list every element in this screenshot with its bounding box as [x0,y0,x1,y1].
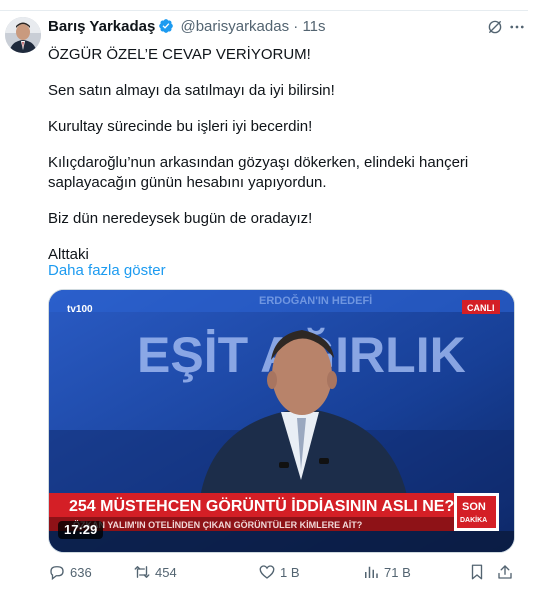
like-button[interactable]: 1 B [258,562,300,582]
grok-icon[interactable] [486,18,504,36]
video-duration: 17:29 [58,521,104,539]
like-count: 1 B [280,564,300,580]
view-count: 71 B [384,564,411,580]
separator-dot: · [293,18,299,35]
son-dakika-line2: DAKİKA [460,516,487,524]
views-button[interactable]: 71 B [362,562,411,582]
avatar[interactable] [5,17,41,53]
share-icon [498,565,512,579]
video-thumbnail: ERDOĞAN'IN HEDEFİ EŞİT AĞIRLIK tv100 CAN… [49,290,514,552]
reply-icon [50,566,64,581]
news-headline: 254 MÜSTEHCEN GÖRÜNTÜ İDDİASININ ASLI NE… [69,496,454,515]
like-icon [259,565,275,579]
tweet-line: Kılıçdaroğlu’nun arkasından gözyaşı döke… [48,154,469,171]
live-badge: CANLI [467,303,495,313]
repost-button[interactable]: 454 [133,562,177,582]
verified-icon [158,18,174,34]
reply-count: 636 [70,564,92,580]
author-name[interactable]: Barış Yarkadaş [48,18,155,35]
video-player[interactable]: ERDOĞAN'IN HEDEFİ EŞİT AĞIRLIK tv100 CAN… [48,289,515,553]
repost-icon [134,566,150,578]
share-button[interactable] [496,562,518,582]
tweet-header: Barış Yarkadaş @barisyarkadas · 11s [48,17,514,37]
tweet-line: Biz dün neredeysek bugün de oradayız! [48,210,313,227]
bookmark-icon [471,564,483,580]
tweet-line: saplayacağın günün hesabını yapıyordun. [48,174,327,191]
show-more-link[interactable]: Daha fazla göster [48,261,166,281]
tweet-line: Kurultay sürecinde bu işleri iyi becerdi… [48,118,313,135]
author-handle[interactable]: @barisyarkadas [180,18,289,35]
views-icon [365,566,378,578]
bookmark-button[interactable] [468,562,490,582]
timestamp[interactable]: 11s [302,18,325,35]
tweet-actions: 636 454 1 B 71 B [48,562,518,582]
repost-count: 454 [155,564,177,580]
tweet[interactable]: Barış Yarkadaş @barisyarkadas · 11s ÖZGÜ… [0,0,528,583]
son-dakika-line1: SON [462,501,486,513]
top-banner-text: ERDOĞAN'IN HEDEFİ [259,294,372,307]
channel-logo: tv100 [67,304,93,315]
reply-button[interactable]: 636 [48,562,92,582]
more-icon[interactable] [508,18,526,36]
news-subline: ÖZKAN YALIM'IN OTELİNDEN ÇIKAN GÖRÜNTÜLE… [73,520,362,530]
tweet-line: Sen satın almayı da satılmayı da iyi bil… [48,82,335,99]
tweet-line: ÖZGÜR ÖZEL’E CEVAP VERİYORUM! [48,46,311,63]
